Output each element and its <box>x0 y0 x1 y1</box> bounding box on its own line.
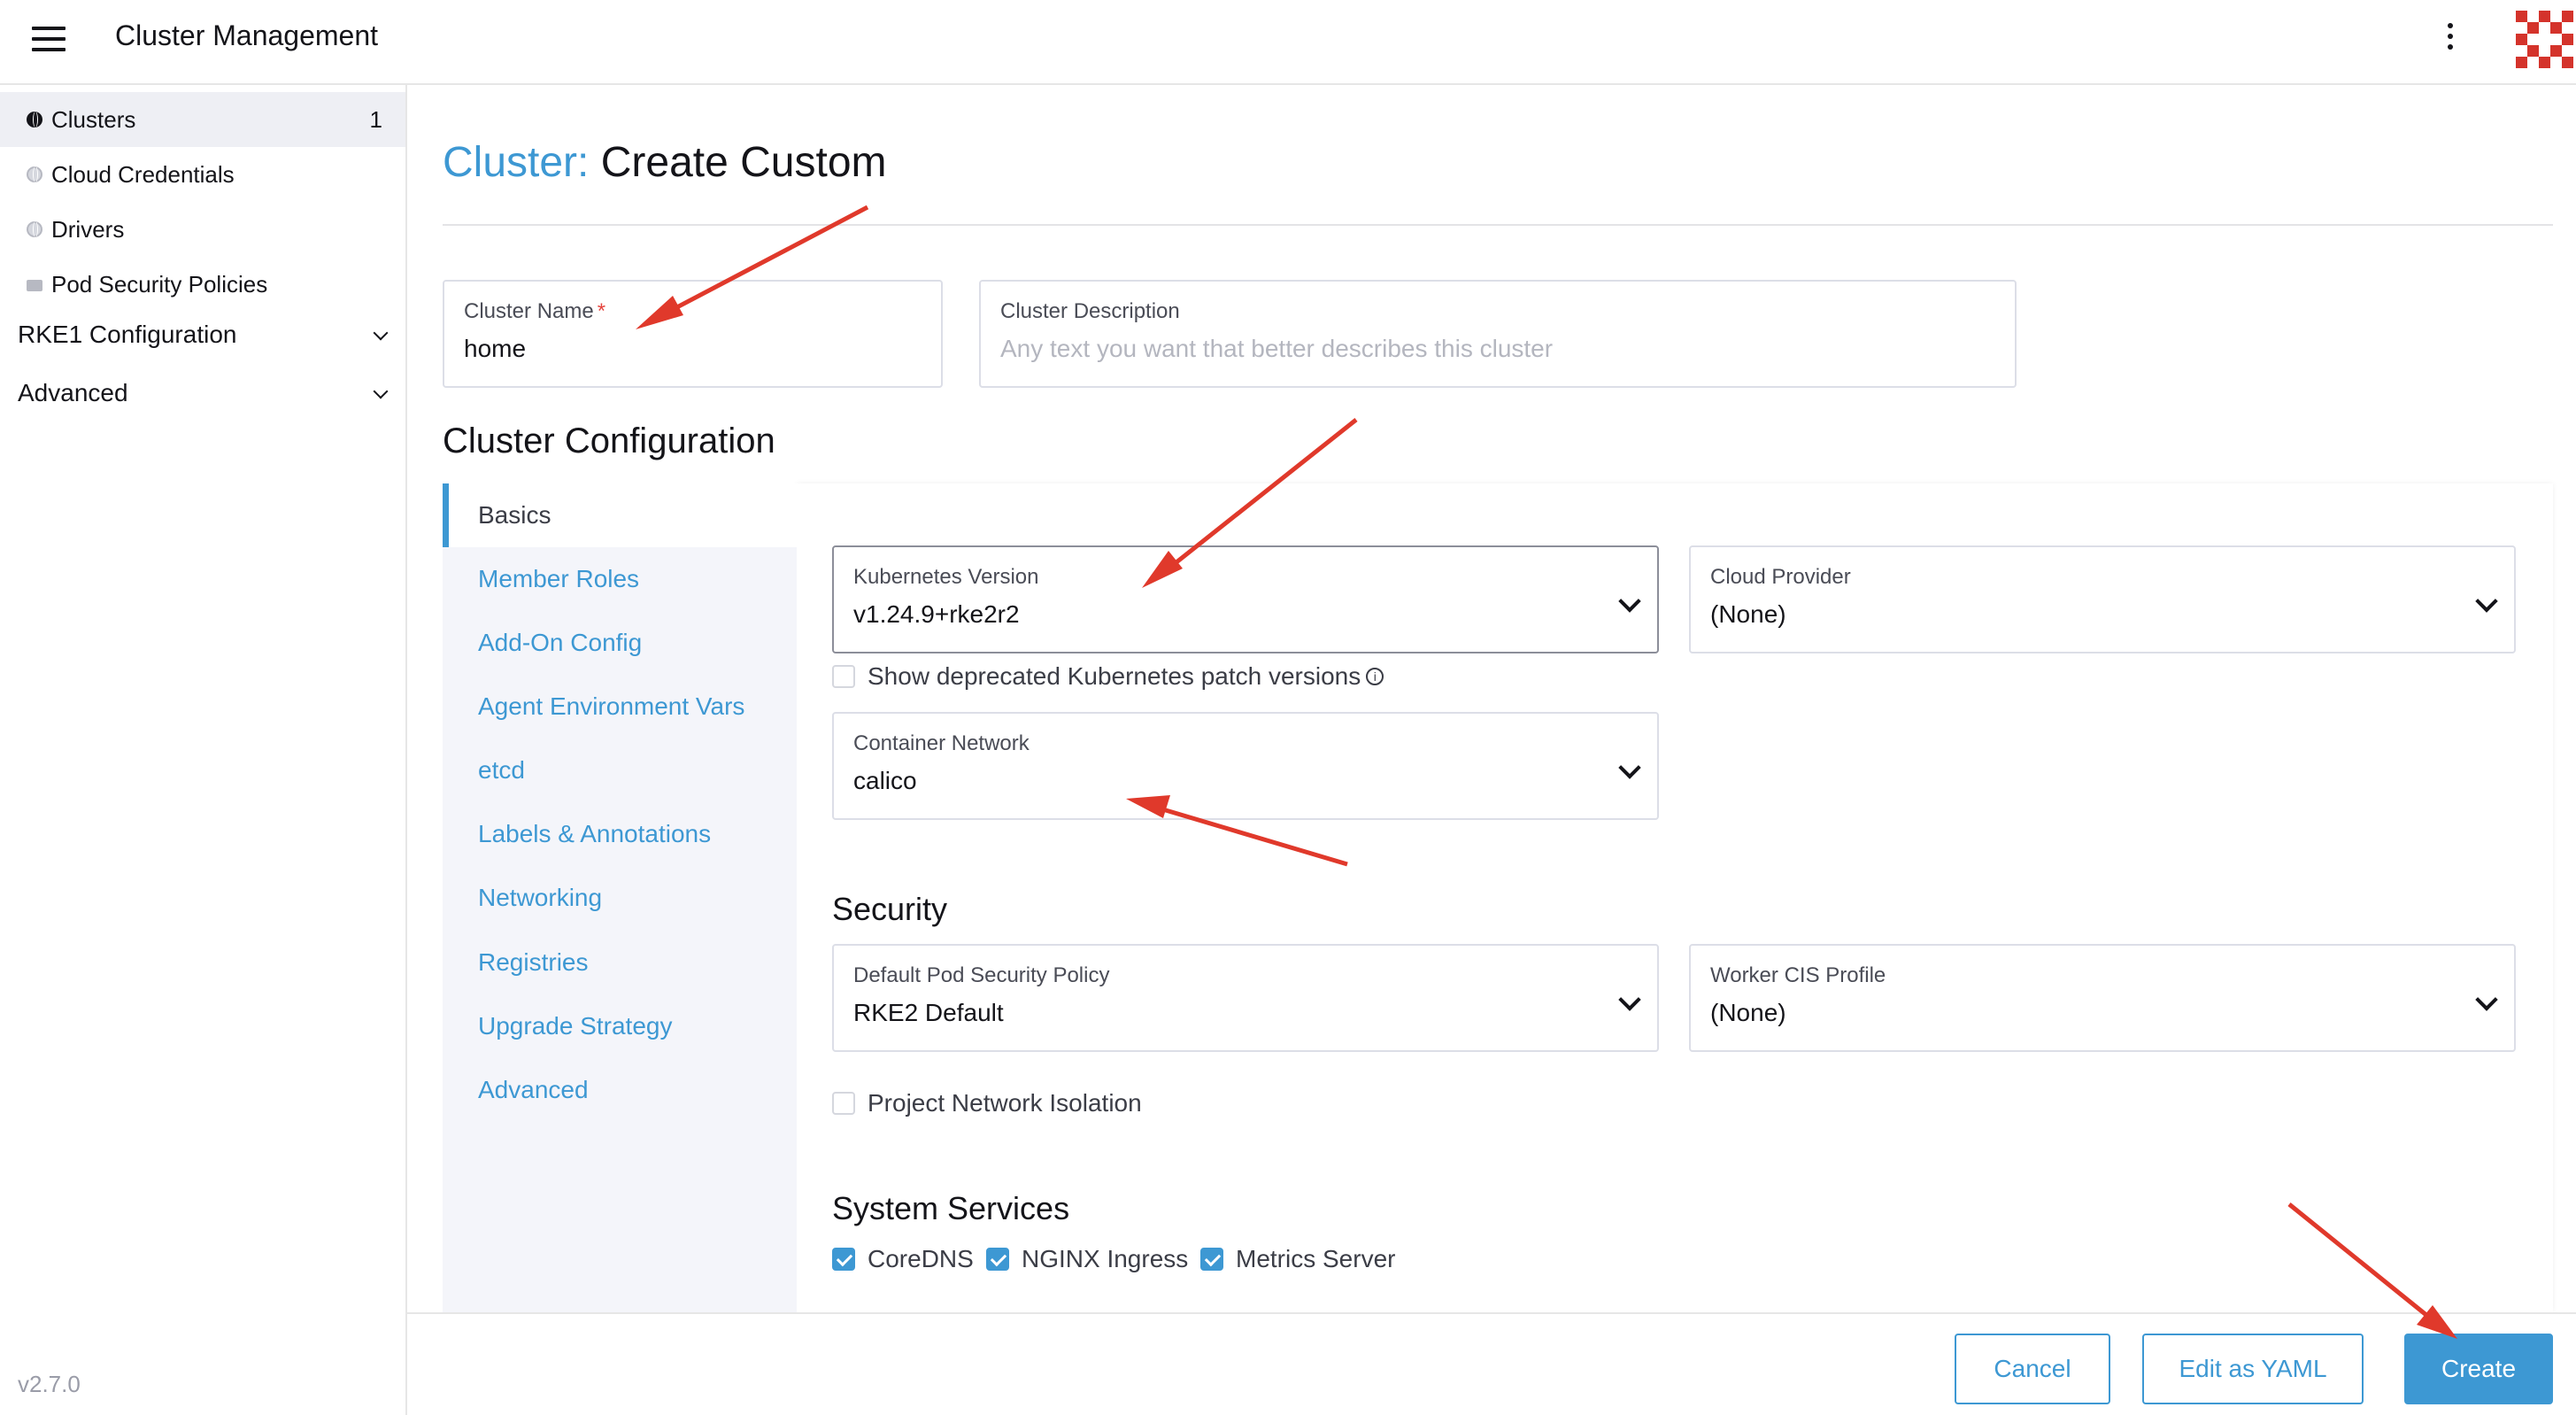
nginx-ingress-checkbox-row[interactable]: NGINX Ingress <box>986 1245 1188 1273</box>
chevron-down-icon <box>1618 590 1641 613</box>
coredns-checkbox[interactable] <box>832 1248 855 1271</box>
coredns-checkbox-row[interactable]: CoreDNS <box>832 1245 974 1273</box>
metrics-server-checkbox-row[interactable]: Metrics Server <box>1200 1245 1395 1273</box>
metrics-server-checkbox[interactable] <box>1200 1248 1223 1271</box>
chevron-down-icon <box>2475 988 2498 1011</box>
config-tab-agent-env-vars[interactable]: Agent Environment Vars <box>478 692 744 721</box>
kubernetes-version-label: Kubernetes Version <box>853 565 1039 589</box>
sidebar-item-label: Pod Security Policies <box>51 270 268 298</box>
top-header: Cluster Management <box>0 0 2576 85</box>
create-button[interactable]: Create <box>2404 1334 2553 1404</box>
hamburger-menu-icon[interactable] <box>32 27 66 51</box>
cluster-count-badge: 1 <box>369 105 382 133</box>
kubernetes-version-value: v1.24.9+rke2r2 <box>853 600 1020 628</box>
worker-cis-profile-label: Worker CIS Profile <box>1710 963 1886 987</box>
info-icon[interactable]: i <box>1366 668 1384 685</box>
sidebar-item-cloud-credentials[interactable]: Cloud Credentials <box>0 147 405 202</box>
app-root: Cluster Management Clusters 1 Cloud Cred… <box>0 0 2576 1415</box>
config-tab-networking[interactable]: Networking <box>478 884 602 912</box>
worker-cis-profile-value: (None) <box>1710 999 1786 1026</box>
worker-cis-profile-select[interactable]: Worker CIS Profile (None) <box>1689 944 2516 1052</box>
show-deprecated-label: Show deprecated Kubernetes patch version… <box>868 662 1361 690</box>
pod-security-policy-value: RKE2 Default <box>853 999 1004 1026</box>
sidebar-item-label: Drivers <box>51 215 125 243</box>
config-tab-labels-annotations[interactable]: Labels & Annotations <box>478 820 711 848</box>
container-network-value: calico <box>853 767 917 794</box>
config-tab-registries[interactable]: Registries <box>478 948 588 977</box>
cluster-description-input[interactable]: Any text you want that better describes … <box>1000 335 1553 363</box>
config-tab-upgrade-strategy[interactable]: Upgrade Strategy <box>478 1012 672 1040</box>
sidebar-group-rke1-configuration[interactable]: RKE1 Configuration <box>18 321 389 349</box>
app-title: Cluster Management <box>115 19 379 51</box>
chevron-down-icon <box>373 325 389 341</box>
config-tab-member-roles[interactable]: Member Roles <box>478 565 639 593</box>
cluster-name-input[interactable]: home <box>464 335 526 363</box>
pod-security-policy-label: Default Pod Security Policy <box>853 963 1110 987</box>
pod-security-policy-select[interactable]: Default Pod Security Policy RKE2 Default <box>832 944 1659 1052</box>
cluster-name-label: Cluster Name * <box>464 299 606 323</box>
globe-icon <box>27 166 42 182</box>
sidebar-group-advanced[interactable]: Advanced <box>18 379 389 407</box>
config-tab-etcd[interactable]: etcd <box>478 756 525 785</box>
cluster-configuration-heading: Cluster Configuration <box>443 421 775 460</box>
cancel-button[interactable]: Cancel <box>1955 1334 2110 1404</box>
folder-icon <box>27 279 42 291</box>
edit-as-yaml-button[interactable]: Edit as YAML <box>2142 1334 2364 1404</box>
sidebar-group-label: Advanced <box>18 379 128 406</box>
cluster-description-field[interactable]: Cluster Description Any text you want th… <box>979 280 2017 388</box>
sidebar-group-label: RKE1 Configuration <box>18 321 237 348</box>
container-network-label: Container Network <box>853 731 1030 755</box>
app-version: v2.7.0 <box>18 1371 81 1397</box>
sidebar-item-pod-security-policies[interactable]: Pod Security Policies <box>0 257 405 312</box>
container-network-select[interactable]: Container Network calico <box>832 712 1659 820</box>
nginx-ingress-checkbox[interactable] <box>986 1248 1009 1271</box>
page-title-prefix: Cluster: <box>443 139 590 186</box>
page-title: Cluster: Create Custom <box>443 138 887 187</box>
divider <box>443 224 2553 226</box>
metrics-server-label: Metrics Server <box>1236 1245 1396 1272</box>
chevron-down-icon <box>2475 590 2498 613</box>
sidebar: Clusters 1 Cloud Credentials Drivers Pod… <box>0 85 407 1415</box>
coredns-label: CoreDNS <box>868 1245 974 1272</box>
sidebar-item-label: Clusters <box>51 105 136 133</box>
kebab-menu-icon[interactable] <box>2446 23 2455 53</box>
sidebar-item-label: Cloud Credentials <box>51 160 235 188</box>
page-title-main: Create Custom <box>600 139 887 186</box>
sidebar-item-clusters[interactable]: Clusters 1 <box>0 92 405 147</box>
config-tab-label: Basics <box>478 501 551 529</box>
config-tab-add-on-config[interactable]: Add-On Config <box>478 629 642 657</box>
config-tab-advanced[interactable]: Advanced <box>478 1076 589 1104</box>
cloud-provider-label: Cloud Provider <box>1710 565 1851 589</box>
brand-logo[interactable] <box>2512 7 2576 71</box>
config-tab-basics[interactable]: Basics <box>443 483 797 547</box>
show-deprecated-checkbox-row[interactable]: Show deprecated Kubernetes patch version… <box>832 662 1384 691</box>
globe-icon <box>27 221 42 237</box>
globe-icon <box>27 112 42 128</box>
form-footer: Cancel Edit as YAML Create <box>407 1312 2576 1415</box>
project-network-isolation-row[interactable]: Project Network Isolation <box>832 1089 1142 1117</box>
cluster-name-field[interactable]: Cluster Name * home <box>443 280 943 388</box>
security-heading: Security <box>832 891 948 927</box>
kubernetes-version-select[interactable]: Kubernetes Version v1.24.9+rke2r2 <box>832 545 1659 653</box>
chevron-down-icon <box>1618 988 1641 1011</box>
sidebar-item-drivers[interactable]: Drivers <box>0 202 405 257</box>
cluster-description-label: Cluster Description <box>1000 299 1180 323</box>
chevron-down-icon <box>373 383 389 399</box>
show-deprecated-checkbox[interactable] <box>832 665 855 688</box>
nginx-ingress-label: NGINX Ingress <box>1022 1245 1189 1272</box>
cloud-provider-select[interactable]: Cloud Provider (None) <box>1689 545 2516 653</box>
project-network-isolation-checkbox[interactable] <box>832 1092 855 1115</box>
chevron-down-icon <box>1618 756 1641 779</box>
cloud-provider-value: (None) <box>1710 600 1786 628</box>
project-network-isolation-label: Project Network Isolation <box>868 1089 1142 1117</box>
system-services-heading: System Services <box>832 1190 1070 1226</box>
